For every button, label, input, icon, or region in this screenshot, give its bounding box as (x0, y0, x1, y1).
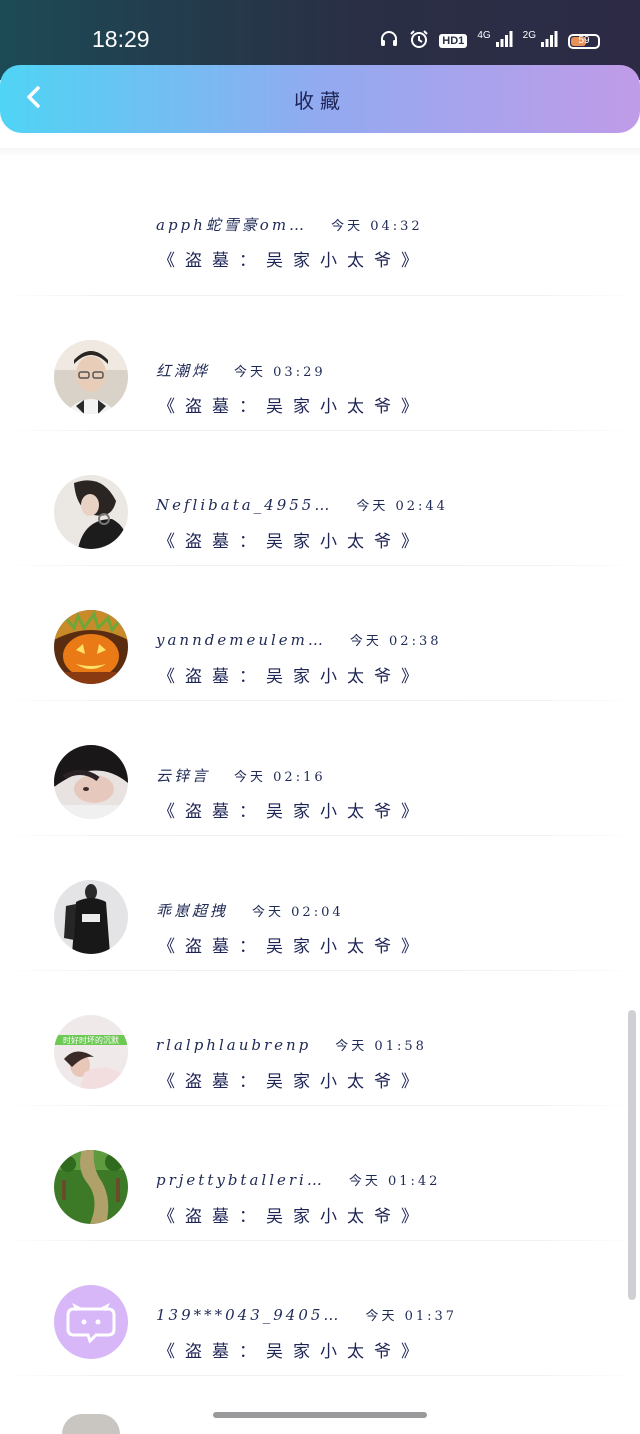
alarm-icon (409, 29, 429, 53)
avatar[interactable] (54, 745, 128, 819)
timestamp: 今天 01:58 (335, 1039, 427, 1054)
signal-2g-icon (540, 30, 558, 52)
scrollbar[interactable] (628, 1010, 636, 1300)
avatar[interactable]: 时好时坏的沉默 (54, 1015, 128, 1089)
book-title[interactable]: 《盗墓：吴家小太爷》 (158, 246, 428, 271)
item-header: rlalphlaubrenp 今天 01:58 (156, 1035, 427, 1054)
list-item[interactable]: 139***043_9405… 今天 01:37 《盗墓：吴家小太爷》 (0, 1241, 640, 1376)
item-header: Neflibata_4955… 今天 02:44 (156, 495, 448, 514)
book-title[interactable]: 《盗墓：吴家小太爷》 (158, 1067, 428, 1092)
user-name: rlalphlaubrenp (156, 1036, 312, 1054)
status-icons: HD1 4G 2G 59 (379, 30, 600, 52)
hd-badge: HD1 (439, 34, 468, 48)
book-title[interactable]: 《盗墓：吴家小太爷》 (158, 1337, 428, 1362)
user-name: prjettybtalleri… (156, 1171, 325, 1189)
list-item[interactable]: 云锌言 今天 02:16 《盗墓：吴家小太爷》 (0, 701, 640, 836)
item-header: 139***043_9405… 今天 01:37 (156, 1305, 457, 1324)
user-name: 云锌言 (156, 767, 211, 785)
avatar[interactable] (54, 340, 128, 414)
network-2g-label: 2G (522, 30, 536, 41)
timestamp: 今天 02:04 (252, 905, 344, 920)
list-item[interactable]: 乖崽超拽 今天 02:04 《盗墓：吴家小太爷》 (0, 836, 640, 971)
timestamp: 今天 03:29 (234, 365, 326, 380)
page-header: 收藏 (0, 65, 640, 133)
list-item[interactable]: Neflibata_4955… 今天 02:44 《盗墓：吴家小太爷》 (0, 431, 640, 566)
book-title[interactable]: 《盗墓：吴家小太爷》 (158, 797, 428, 822)
signal-4g-icon (495, 30, 513, 52)
page-title: 收藏 (294, 89, 346, 113)
list-item[interactable]: 时好时坏的沉默 rlalphlaubrenp 今天 01:58 《盗墓：吴家小太爷》 (0, 971, 640, 1106)
user-name: Neflibata_4955… (156, 496, 333, 514)
list-item[interactable]: apph蛇雪豪om… 今天 04:32 《盗墓：吴家小太爷》 (0, 148, 640, 296)
book-title[interactable]: 《盗墓：吴家小太爷》 (158, 1202, 428, 1227)
item-header: apph蛇雪豪om… 今天 04:32 (156, 214, 423, 235)
user-name: apph蛇雪豪om… (156, 216, 308, 234)
timestamp: 今天 02:38 (349, 634, 442, 649)
timestamp: 今天 04:32 (331, 219, 423, 234)
divider (0, 1375, 640, 1376)
avatar (62, 1414, 120, 1434)
item-header: 云锌言 今天 02:16 (156, 765, 326, 786)
favorites-list: apph蛇雪豪om… 今天 04:32 《盗墓：吴家小太爷》 红潮烨 今天 03:29 《… (0, 148, 640, 1376)
network-4g-label: 4G (477, 30, 491, 41)
battery-percent: 59 (578, 34, 590, 46)
item-header: 乖崽超拽 今天 02:04 (156, 900, 344, 921)
user-name: 红潮烨 (156, 362, 211, 380)
book-title[interactable]: 《盗墓：吴家小太爷》 (158, 662, 428, 687)
timestamp: 今天 02:44 (356, 499, 448, 514)
battery-icon: 59 (568, 33, 600, 49)
item-header: yanndemeulem… 今天 02:38 (156, 630, 442, 649)
avatar[interactable] (54, 880, 128, 954)
book-title[interactable]: 《盗墓：吴家小太爷》 (158, 932, 428, 957)
user-name: 139***043_9405… (156, 1306, 342, 1324)
status-time: 18:29 (92, 26, 150, 52)
list-item[interactable]: 红潮烨 今天 03:29 《盗墓：吴家小太爷》 (0, 296, 640, 431)
avatar[interactable] (54, 475, 128, 549)
home-indicator[interactable] (213, 1412, 427, 1418)
timestamp: 今天 01:37 (365, 1309, 458, 1324)
book-title[interactable]: 《盗墓：吴家小太爷》 (158, 392, 428, 417)
headphones-icon (379, 29, 399, 53)
book-title[interactable]: 《盗墓：吴家小太爷》 (158, 527, 428, 552)
list-item[interactable]: prjettybtalleri… 今天 01:42 《盗墓：吴家小太爷》 (0, 1106, 640, 1241)
user-name: yanndemeulem… (156, 631, 326, 649)
item-header: 红潮烨 今天 03:29 (156, 360, 326, 381)
timestamp: 今天 02:16 (234, 770, 326, 785)
item-header: prjettybtalleri… 今天 01:42 (156, 1170, 440, 1189)
avatar[interactable] (54, 1150, 128, 1224)
user-name: 乖崽超拽 (156, 902, 229, 920)
avatar[interactable] (54, 1285, 128, 1359)
timestamp: 今天 01:42 (348, 1174, 441, 1189)
list-item[interactable]: yanndemeulem… 今天 02:38 《盗墓：吴家小太爷》 (0, 566, 640, 701)
avatar[interactable] (54, 610, 128, 684)
svg-text:时好时坏的沉默: 时好时坏的沉默 (63, 1035, 119, 1045)
